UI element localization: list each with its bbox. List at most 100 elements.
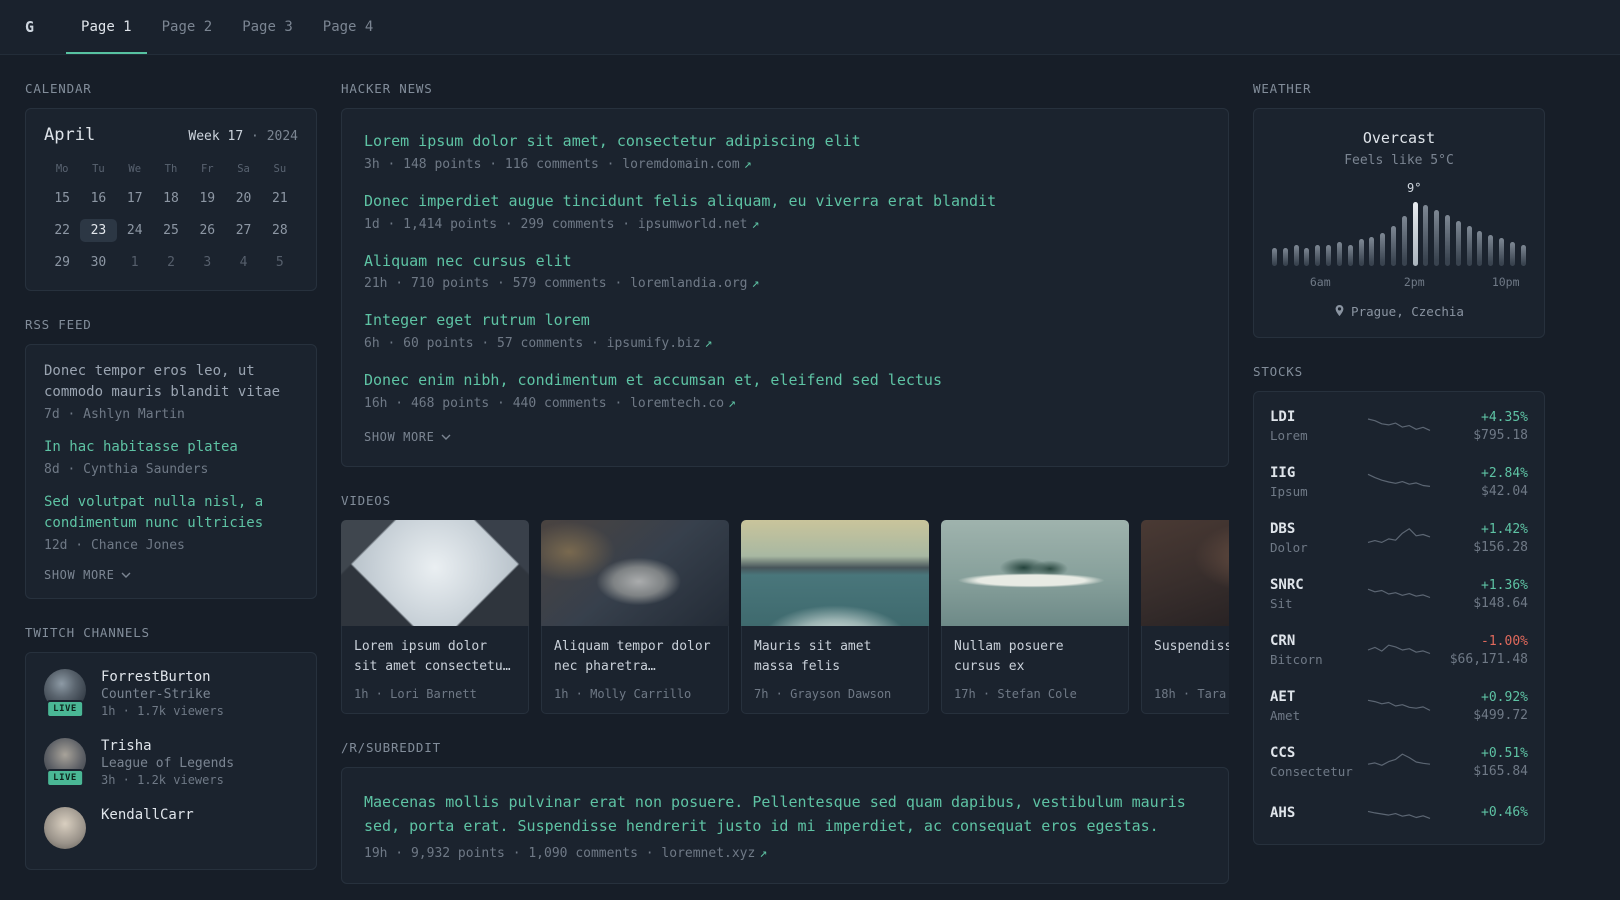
stock-row[interactable]: IIG Ipsum +2.84% $42.04 bbox=[1270, 454, 1528, 510]
news-item-title[interactable]: Donec imperdiet augue tincidunt felis al… bbox=[364, 192, 996, 210]
page-tabs: Page 1 Page 2 Page 3 Page 4 bbox=[66, 0, 388, 54]
news-item-title[interactable]: Lorem ipsum dolor sit amet, consectetur … bbox=[364, 132, 861, 150]
external-link-icon[interactable]: ↗ bbox=[752, 217, 760, 232]
tab-page-2[interactable]: Page 2 bbox=[147, 0, 228, 54]
video-title: Nullam posuere cursus ex bbox=[954, 638, 1064, 674]
external-link-icon[interactable]: ↗ bbox=[744, 157, 752, 172]
news-item-stats: 3h · 148 points · 116 comments · loremdo… bbox=[364, 156, 740, 172]
weather-bar bbox=[1455, 221, 1461, 266]
twitch-channel[interactable]: LIVE ForrestBurton Counter-Strike 1h · 1… bbox=[44, 669, 298, 718]
tab-page-3[interactable]: Page 3 bbox=[227, 0, 308, 54]
video-card[interactable]: Aliquam tempor dolor nec pharetra… 1h · … bbox=[541, 519, 729, 715]
calendar-day-next-month: 5 bbox=[275, 255, 284, 270]
stock-row[interactable]: LDI Lorem +4.35% $795.18 bbox=[1270, 398, 1528, 454]
subreddit-section-title: /R/SUBREDDIT bbox=[341, 740, 441, 756]
stock-id: AET Amet bbox=[1270, 689, 1367, 723]
weather-bar bbox=[1423, 205, 1429, 266]
tab-page-4[interactable]: Page 4 bbox=[308, 0, 389, 54]
video-card[interactable]: Lorem ipsum dolor sit amet consectetu… 1… bbox=[341, 519, 529, 715]
subreddit-post: Maecenas mollis pulvinar erat non posuer… bbox=[364, 790, 1206, 861]
weather-bar bbox=[1347, 245, 1353, 266]
twitch-avatar-wrap bbox=[44, 807, 86, 849]
news-item-title[interactable]: Aliquam nec cursus elit bbox=[364, 252, 572, 270]
stock-row[interactable]: AET Amet +0.92% $499.72 bbox=[1270, 678, 1528, 734]
rss-item: Sed volutpat nulla nisl, a condimentum n… bbox=[44, 492, 298, 553]
stock-price: $148.64 bbox=[1473, 595, 1528, 611]
weather-feels-like: Feels like 5°C bbox=[1344, 153, 1454, 168]
stock-row[interactable]: AHS +0.46% bbox=[1270, 790, 1528, 838]
subreddit-post-title[interactable]: Maecenas mollis pulvinar erat non posuer… bbox=[364, 790, 1206, 838]
navbar: G Page 1 Page 2 Page 3 Page 4 bbox=[0, 0, 1620, 55]
twitch-channel-game: League of Legends bbox=[101, 756, 235, 771]
stock-change: +2.84% bbox=[1481, 465, 1528, 481]
external-link-icon[interactable]: ↗ bbox=[728, 396, 736, 411]
rss-show-more-button[interactable]: SHOW MORE bbox=[44, 568, 131, 582]
stock-price: $42.04 bbox=[1481, 483, 1528, 499]
external-link-icon[interactable]: ↗ bbox=[752, 276, 760, 291]
stock-id: SNRC Sit bbox=[1270, 577, 1367, 611]
calendar-day: 22 bbox=[54, 223, 70, 238]
stock-row[interactable]: CRN Bitcorn -1.00% $66,171.48 bbox=[1270, 622, 1528, 678]
calendar-day-selected: 23 bbox=[80, 219, 117, 242]
stock-row[interactable]: DBS Dolor +1.42% $156.28 bbox=[1270, 510, 1528, 566]
rss-item-title[interactable]: In hac habitasse platea bbox=[44, 437, 298, 458]
news-item: Donec enim nibh, condimentum et accumsan… bbox=[364, 370, 1206, 411]
stock-row[interactable]: CCS Consectetur +0.51% $165.84 bbox=[1270, 734, 1528, 790]
weather-time-label: 2pm bbox=[1403, 275, 1425, 289]
video-card[interactable]: Nullam posuere cursus ex 17h · Stefan Co… bbox=[941, 519, 1129, 715]
weather-bar bbox=[1499, 238, 1505, 266]
stock-sparkline-chart bbox=[1367, 525, 1431, 551]
calendar-day-header: Su bbox=[273, 163, 287, 175]
twitch-channel[interactable]: LIVE Trisha League of Legends 3h · 1.2k … bbox=[44, 738, 298, 787]
weather-bar bbox=[1488, 235, 1494, 266]
separator-dot: · bbox=[251, 129, 259, 144]
stock-values: +1.36% $148.64 bbox=[1431, 578, 1528, 611]
calendar-day: 19 bbox=[199, 191, 216, 206]
stock-name: Dolor bbox=[1270, 540, 1308, 555]
stock-sparkline-chart bbox=[1367, 469, 1431, 495]
stock-row[interactable]: SNRC Sit +1.36% $148.64 bbox=[1270, 566, 1528, 622]
calendar-day-next-month: 2 bbox=[167, 255, 175, 270]
calendar-day-header: Sa bbox=[237, 163, 250, 175]
video-title: Suspendisse diam bbox=[1154, 638, 1229, 654]
video-card[interactable]: Mauris sit amet massa felis 7h · Grayson… bbox=[741, 519, 929, 715]
rss-item-title[interactable]: Donec tempor eros leo, ut commodo mauris… bbox=[44, 361, 298, 403]
stock-sparkline-chart bbox=[1367, 693, 1431, 719]
external-link-icon[interactable]: ↗ bbox=[705, 336, 713, 351]
weather-bar bbox=[1358, 239, 1364, 266]
video-meta: 7h · Grayson Dawson bbox=[754, 687, 892, 702]
stock-change: -1.00% bbox=[1481, 633, 1528, 649]
weather-bar bbox=[1390, 226, 1396, 266]
hackernews-show-more-button[interactable]: SHOW MORE bbox=[364, 430, 451, 444]
twitch-channel-meta: 3h · 1.2k viewers bbox=[101, 773, 224, 787]
twitch-card: LIVE ForrestBurton Counter-Strike 1h · 1… bbox=[25, 652, 317, 870]
calendar-day: 20 bbox=[235, 191, 252, 206]
video-meta: 1h · Lori Barnett bbox=[354, 687, 477, 702]
stock-change: +1.42% bbox=[1481, 521, 1528, 537]
weather-bar bbox=[1477, 231, 1483, 266]
calendar-day: 25 bbox=[163, 223, 179, 238]
avatar bbox=[44, 807, 86, 849]
external-link-icon[interactable]: ↗ bbox=[759, 846, 767, 861]
stock-change: +0.51% bbox=[1481, 745, 1528, 761]
calendar-day: 16 bbox=[90, 191, 107, 206]
news-item-title[interactable]: Integer eget rutrum lorem bbox=[364, 311, 590, 329]
weather-bar bbox=[1282, 248, 1288, 266]
videos-row: Lorem ipsum dolor sit amet consectetu… 1… bbox=[341, 519, 1229, 715]
video-card[interactable]: Suspendisse diam 18h · Tara bbox=[1141, 519, 1229, 715]
weather-time-axis: 6am 2pm 10pm bbox=[1272, 275, 1526, 291]
calendar-day: 21 bbox=[272, 191, 288, 206]
tab-page-1[interactable]: Page 1 bbox=[66, 0, 147, 54]
twitch-channel[interactable]: KendallCarr bbox=[44, 807, 298, 849]
twitch-channel-info: Trisha League of Legends 3h · 1.2k viewe… bbox=[101, 738, 234, 787]
hackernews-card: Lorem ipsum dolor sit amet, consectetur … bbox=[341, 108, 1229, 467]
rss-item-title[interactable]: Sed volutpat nulla nisl, a condimentum n… bbox=[44, 492, 298, 534]
news-item-title[interactable]: Donec enim nibh, condimentum et accumsan… bbox=[364, 371, 942, 389]
news-item-stats: 16h · 468 points · 440 comments · loremt… bbox=[364, 395, 725, 411]
video-thumbnail bbox=[541, 519, 729, 626]
show-more-label: SHOW MORE bbox=[44, 568, 115, 582]
weather-bar bbox=[1466, 226, 1472, 266]
twitch-channel-info: KendallCarr bbox=[101, 807, 194, 849]
app-logo[interactable]: G bbox=[25, 18, 34, 36]
weather-bar bbox=[1445, 215, 1450, 266]
